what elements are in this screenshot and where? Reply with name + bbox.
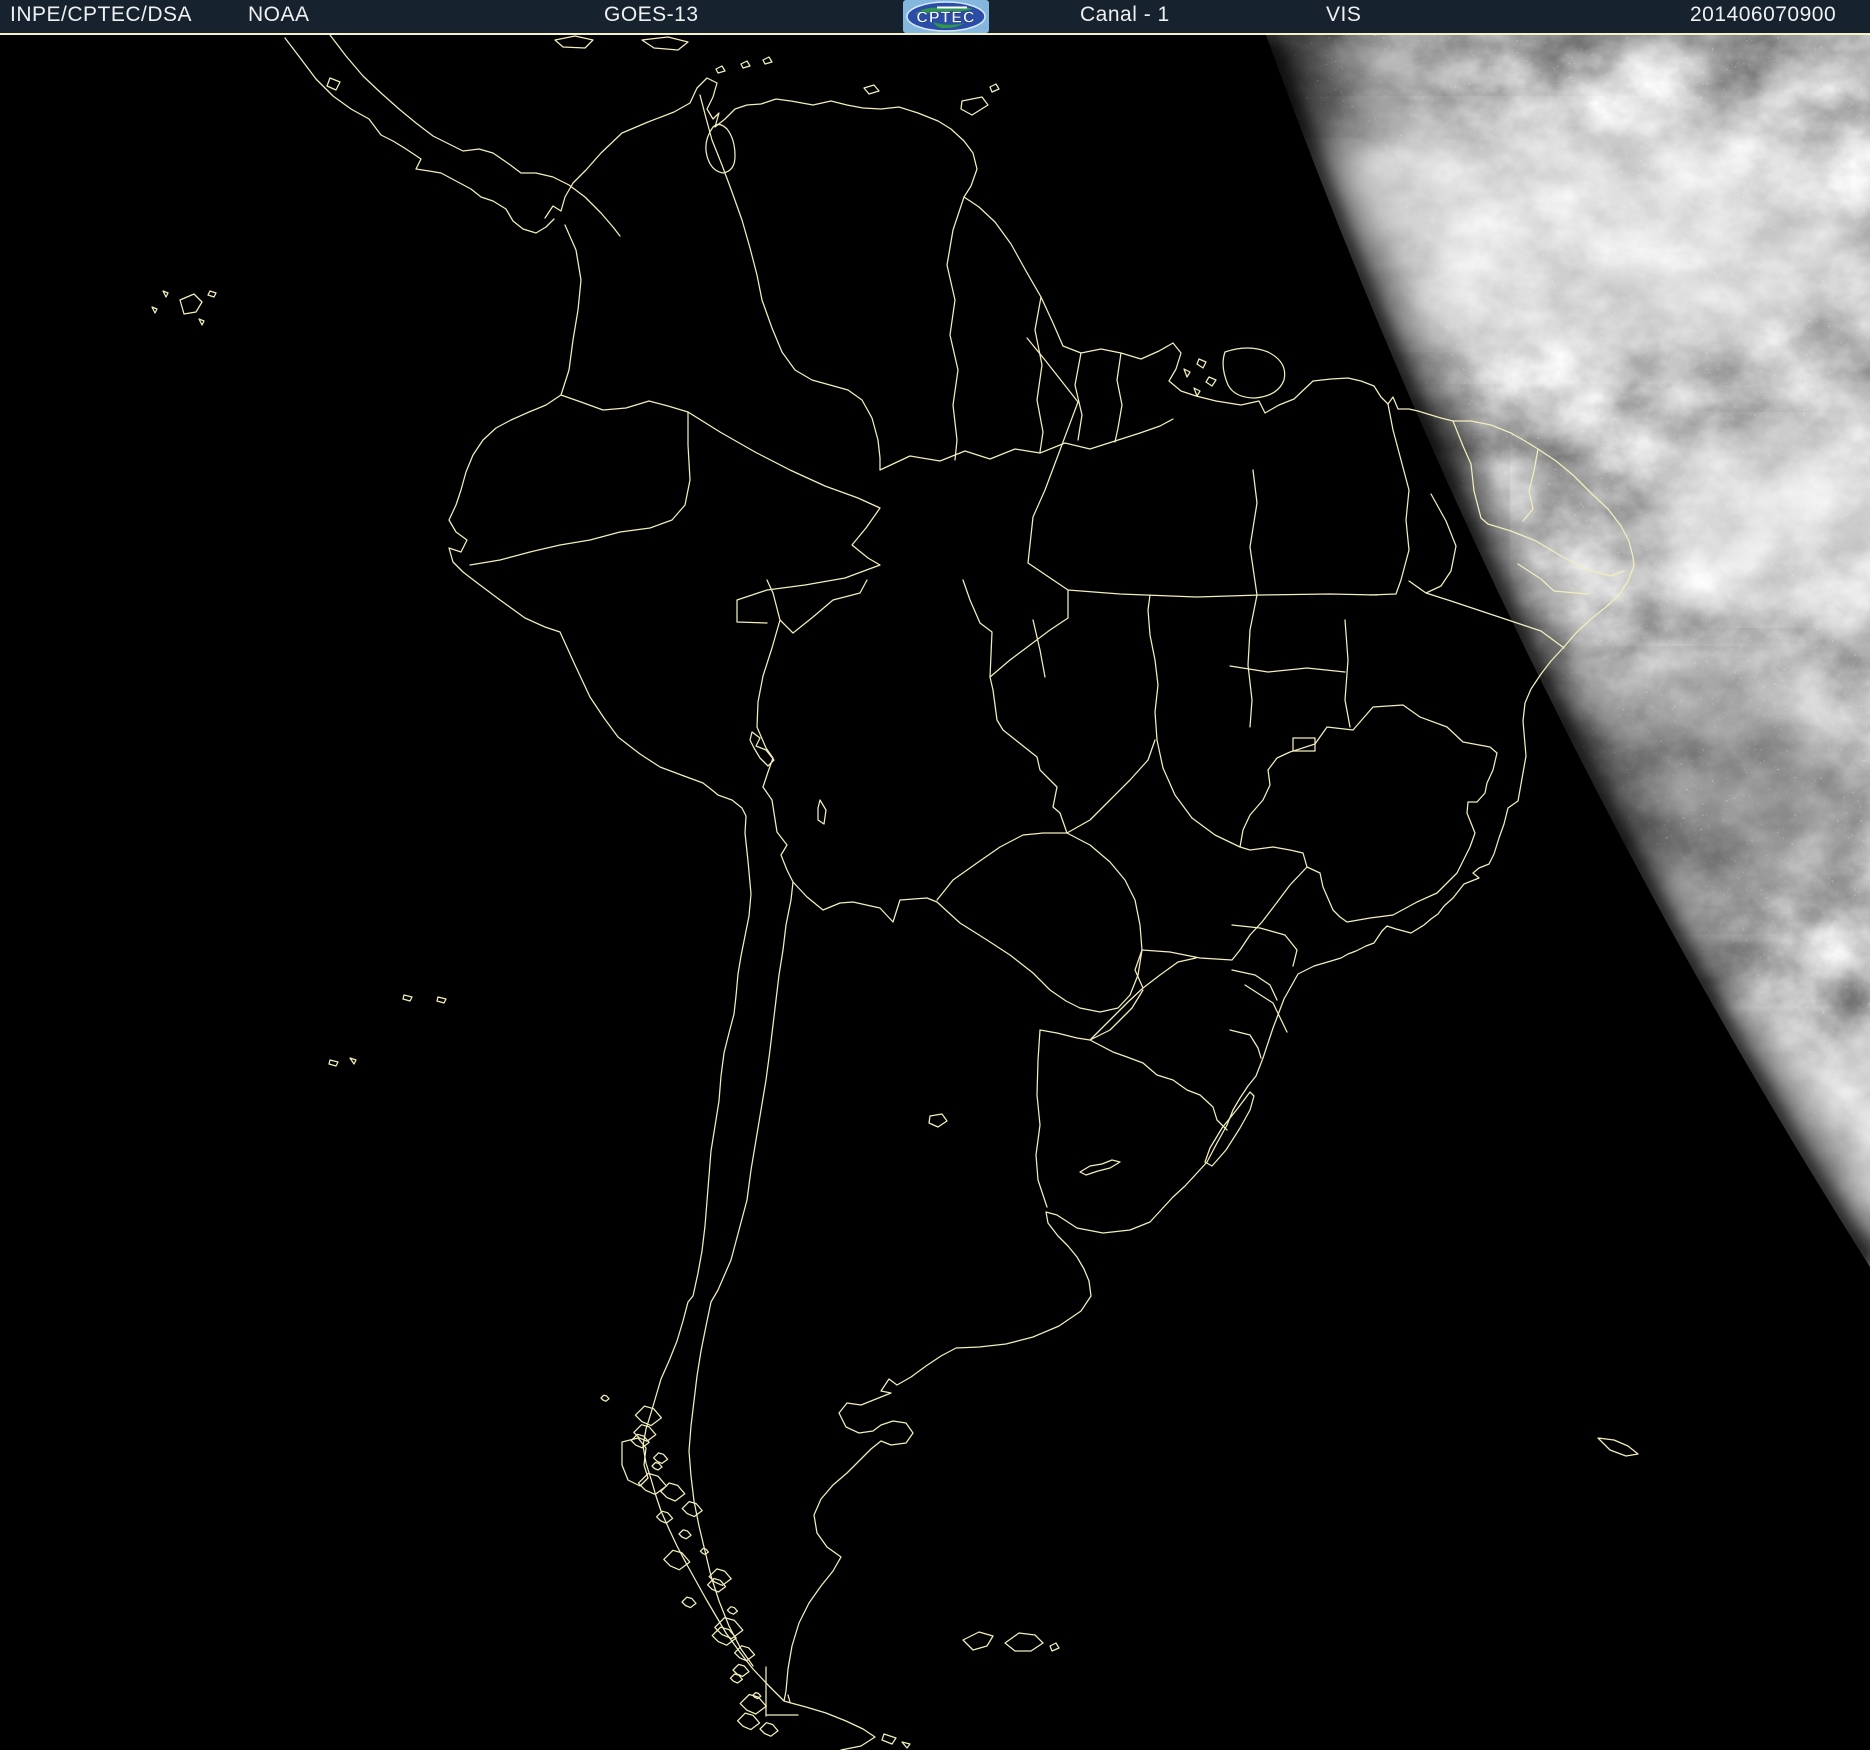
satellite-label: GOES-13 (604, 3, 699, 26)
logo-text: CPTEC (916, 10, 975, 27)
satellite-image-viewer: INPE/CPTEC/DSA NOAA GOES-13 Canal - 1 VI… (0, 0, 1870, 1750)
channel-label: Canal - 1 (1080, 3, 1170, 26)
header-separator (0, 33, 1870, 35)
org-label: NOAA (248, 3, 310, 26)
band-label: VIS (1326, 3, 1362, 26)
satellite-map (0, 0, 1870, 1750)
timestamp-label: 201406070900 (1690, 3, 1837, 26)
cptec-logo: CPTEC (903, 0, 989, 33)
agency-label: INPE/CPTEC/DSA (10, 3, 193, 26)
